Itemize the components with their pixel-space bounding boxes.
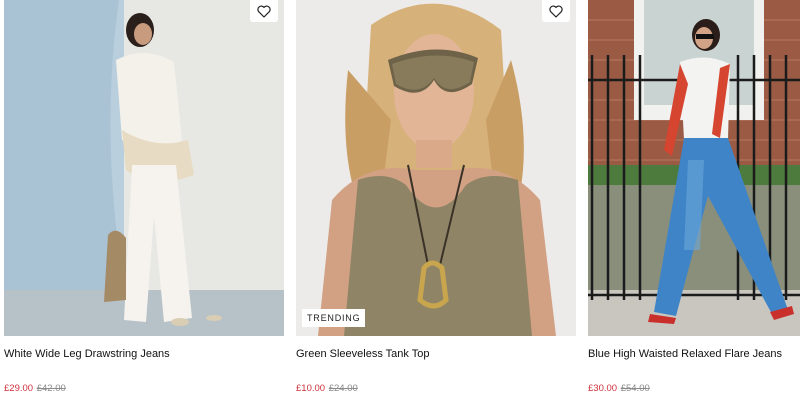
product-price: £30.00 £54.00 — [588, 383, 650, 394]
sale-price: £10.00 — [296, 383, 326, 394]
original-price: £42.00 — [36, 383, 66, 394]
product-image[interactable] — [588, 0, 800, 336]
product-price: £29.00 £42.00 — [4, 383, 66, 394]
sale-price: £29.00 — [4, 383, 34, 394]
wishlist-button[interactable] — [542, 0, 570, 22]
product-title[interactable]: Blue High Waisted Relaxed Flare Jeans — [588, 348, 782, 360]
product-card[interactable]: White Wide Leg Drawstring Jeans £29.00 £… — [4, 0, 284, 397]
wishlist-button[interactable] — [250, 0, 278, 22]
original-price: £24.00 — [328, 383, 358, 394]
product-image[interactable] — [4, 0, 284, 336]
product-grid: White Wide Leg Drawstring Jeans £29.00 £… — [0, 0, 800, 397]
product-card[interactable]: Blue High Waisted Relaxed Flare Jeans £3… — [588, 0, 800, 397]
product-price: £10.00 £24.00 — [296, 383, 358, 394]
heart-icon — [549, 4, 563, 18]
original-price: £54.00 — [620, 383, 650, 394]
heart-icon — [257, 4, 271, 18]
product-card[interactable]: TRENDING Green Sleeveless Tank Top £10.0… — [296, 0, 576, 397]
trending-badge: TRENDING — [302, 309, 366, 327]
product-image[interactable] — [296, 0, 576, 336]
product-title[interactable]: White Wide Leg Drawstring Jeans — [4, 348, 170, 360]
sale-price: £30.00 — [588, 383, 618, 394]
product-title[interactable]: Green Sleeveless Tank Top — [296, 348, 430, 360]
